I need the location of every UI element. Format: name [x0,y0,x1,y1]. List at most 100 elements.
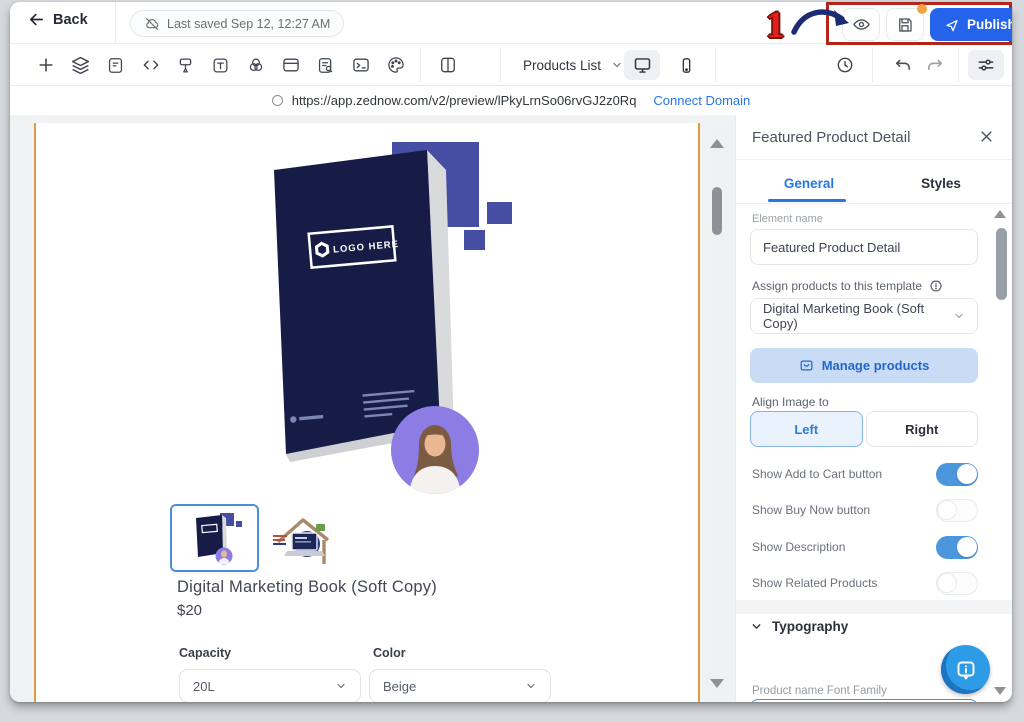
capacity-select[interactable]: 20L [179,669,361,702]
tab-styles[interactable]: Styles [882,167,1000,199]
product-price: $20 [177,602,202,619]
color-select[interactable]: Beige [369,669,551,702]
section-divider [736,600,1012,614]
floppy-icon [896,16,914,34]
last-saved-text: Last saved Sep 12, 12:27 AM [167,17,330,31]
sliders-icon [976,55,996,75]
page-canvas[interactable]: LOGO HERE [34,123,700,702]
element-name-input[interactable] [750,229,978,265]
section-card-icon[interactable] [273,44,308,86]
panel-scrollbar-thumb[interactable] [996,228,1007,300]
eye-icon [852,15,871,34]
active-tab-underline [768,199,846,202]
typography-section-header[interactable]: Typography [750,619,848,634]
page-selector-dropdown[interactable]: Products List [515,44,631,86]
font-family-label: Product name Font Family [752,685,887,697]
chat-info-icon [954,658,978,682]
manage-products-icon [799,358,814,373]
product-thumbnail-2[interactable] [270,512,334,570]
divider [115,2,116,44]
scrollbar-thumb[interactable] [712,187,722,235]
undo-button[interactable] [886,50,920,80]
show-add-to-cart-toggle[interactable] [936,463,978,486]
align-image-label: Align Image to [752,395,829,409]
cloud-off-icon [144,16,160,32]
save-button[interactable] [886,8,924,41]
chevron-down-icon [611,59,623,71]
version-history-button[interactable] [828,50,862,80]
panel-title: Featured Product Detail [752,129,910,146]
main-area: LOGO HERE [10,115,1012,702]
align-right-button[interactable]: Right [866,411,979,447]
url-status-icon [272,95,283,106]
scroll-down-arrow[interactable] [710,679,724,688]
author-avatar [391,406,479,494]
redo-icon [925,55,945,75]
unsaved-changes-dot [917,4,927,14]
close-icon[interactable] [979,129,994,144]
product-thumbnail-selected[interactable] [170,504,259,572]
annotation-step-number: 1 [766,4,785,47]
show-description-toggle[interactable] [936,536,978,559]
panel-scroll-up-arrow[interactable] [994,210,1006,218]
product-name: Digital Marketing Book (Soft Copy) [177,578,437,597]
capacity-value: 20L [193,679,215,694]
page-selector-value: Products List [523,58,601,73]
chevron-down-icon [750,620,763,633]
chevron-down-icon [525,680,537,692]
mobile-icon [677,56,696,75]
toggle-row-related-products: Show Related Products [752,571,978,595]
design-paint-icon[interactable] [168,44,203,86]
canvas-scrollbar[interactable] [706,123,728,702]
text-icon[interactable] [203,44,238,86]
align-image-buttons: Left Right [750,411,978,447]
undo-icon [893,55,913,75]
assigned-product-select[interactable]: Digital Marketing Book (Soft Copy) [750,298,978,334]
redo-button[interactable] [918,50,952,80]
align-left-button[interactable]: Left [750,411,863,447]
split-columns-icon[interactable] [430,44,465,86]
embed-terminal-icon[interactable] [343,44,378,86]
divider [715,48,716,82]
form-search-icon[interactable] [308,44,343,86]
tab-general[interactable]: General [750,167,868,199]
back-arrow-icon [28,11,45,28]
toggle-row-description: Show Description [752,535,978,559]
builder-window: Back Last saved Sep 12, 12:27 AM [10,2,1012,702]
pages-icon[interactable] [98,44,133,86]
theme-palette-icon[interactable] [378,44,413,86]
info-icon[interactable] [929,279,943,293]
custom-code-icon[interactable] [133,44,168,86]
history-clock-icon [835,55,855,75]
editor-toolbar: Products List [10,44,1012,86]
publish-button[interactable]: Publish [930,8,1012,41]
panel-scroll-down-arrow[interactable] [994,687,1006,695]
publish-label: Publish [967,17,1012,32]
layers-icon[interactable] [63,44,98,86]
connect-domain-link[interactable]: Connect Domain [653,93,750,108]
manage-products-button[interactable]: Manage products [750,348,978,383]
toggle-row-add-to-cart: Show Add to Cart button [752,462,978,486]
app-window: Back Last saved Sep 12, 12:27 AM [0,0,1024,722]
back-button[interactable]: Back [28,11,88,28]
color-value: Beige [383,679,416,694]
font-family-select[interactable] [750,699,978,702]
show-related-products-toggle[interactable] [936,572,978,595]
desktop-icon [632,55,653,76]
add-element-icon[interactable] [28,44,63,86]
preview-url-bar: https://app.zednow.com/v2/preview/lPkyLr… [10,86,1012,115]
desktop-preview-button[interactable] [624,50,660,80]
preferences-button[interactable] [968,50,1004,80]
scroll-up-arrow[interactable] [710,139,724,148]
mobile-preview-button[interactable] [668,50,704,80]
divider [736,203,1012,204]
show-buy-now-toggle[interactable] [936,499,978,522]
settings-panel: Featured Product Detail General Styles E… [735,115,1012,702]
help-chat-button[interactable] [941,645,990,694]
divider [872,48,873,82]
blend-circles-icon[interactable] [238,44,273,86]
preview-url: https://app.zednow.com/v2/preview/lPkyLr… [292,93,637,108]
chevron-down-icon [335,680,347,692]
topbar-actions: Publish [842,8,1012,41]
option-label-color: Color [373,646,406,660]
